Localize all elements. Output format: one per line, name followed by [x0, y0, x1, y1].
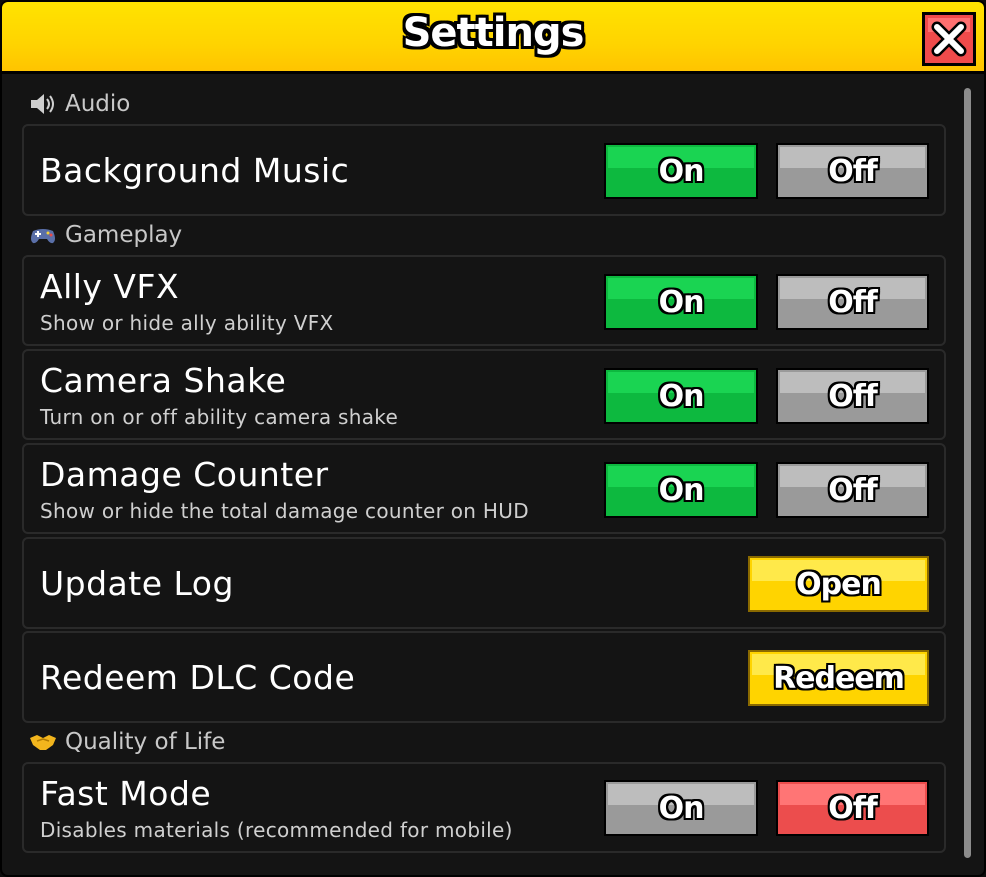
update-log-open-button[interactable]: Open — [748, 556, 929, 612]
damage-counter-on-button[interactable]: On — [604, 462, 758, 518]
fast-mode-on-button[interactable]: On — [604, 780, 758, 836]
setting-title: Update Log — [40, 564, 234, 603]
title-bar: Settings — [2, 2, 984, 74]
close-button[interactable] — [922, 12, 976, 66]
gamepad-icon — [29, 222, 57, 248]
setting-ally-vfx: Ally VFX Show or hide ally ability VFX O… — [22, 255, 946, 346]
ally-vfx-on-button[interactable]: On — [604, 274, 758, 330]
fast-mode-off-button[interactable]: Off — [776, 780, 929, 836]
damage-counter-off-button[interactable]: Off — [776, 462, 929, 518]
ally-vfx-off-button[interactable]: Off — [776, 274, 929, 330]
redeem-dlc-button[interactable]: Redeem — [748, 650, 929, 706]
close-x-icon — [931, 21, 967, 57]
section-gameplay: Gameplay — [29, 220, 182, 250]
setting-title: Background Music — [40, 151, 350, 190]
settings-window: Settings Audio Background Music On Off G… — [0, 0, 986, 877]
section-gameplay-label: Gameplay — [65, 222, 183, 248]
setting-title: Ally VFX — [40, 267, 180, 306]
setting-title: Camera Shake — [40, 361, 287, 400]
setting-description: Show or hide ally ability VFX — [40, 311, 334, 335]
camera-shake-on-button[interactable]: On — [604, 368, 758, 424]
camera-shake-off-button[interactable]: Off — [776, 368, 929, 424]
section-audio: Audio — [29, 89, 130, 119]
setting-title: Damage Counter — [40, 455, 329, 494]
handshake-icon — [29, 729, 57, 755]
setting-description: Disables materials (recommended for mobi… — [40, 818, 513, 842]
setting-background-music: Background Music On Off — [22, 124, 946, 216]
setting-update-log: Update Log Open — [22, 537, 946, 629]
setting-description: Show or hide the total damage counter on… — [40, 499, 529, 523]
section-qol-label: Quality of Life — [65, 729, 226, 755]
setting-camera-shake: Camera Shake Turn on or off ability came… — [22, 349, 946, 440]
window-title: Settings — [402, 10, 585, 56]
section-quality-of-life: Quality of Life — [29, 727, 225, 757]
scrollbar[interactable] — [964, 88, 971, 858]
setting-damage-counter: Damage Counter Show or hide the total da… — [22, 443, 946, 534]
setting-redeem-dlc: Redeem DLC Code Redeem — [22, 631, 946, 723]
background-music-on-button[interactable]: On — [604, 143, 758, 199]
setting-fast-mode: Fast Mode Disables materials (recommende… — [22, 762, 946, 853]
background-music-off-button[interactable]: Off — [776, 143, 929, 199]
speaker-icon — [29, 91, 57, 117]
setting-title: Fast Mode — [40, 774, 212, 813]
setting-title: Redeem DLC Code — [40, 658, 356, 697]
section-audio-label: Audio — [65, 91, 131, 117]
setting-description: Turn on or off ability camera shake — [40, 405, 399, 429]
